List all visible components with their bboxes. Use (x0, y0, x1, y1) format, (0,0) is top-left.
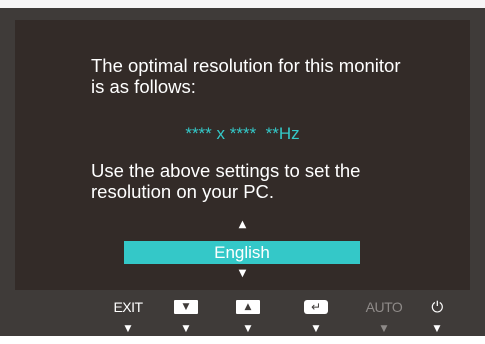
exit-label: EXIT (113, 299, 143, 315)
up-button[interactable]: ▲ ▼ (226, 292, 270, 342)
resolution-value: **** x **** **Hz (185, 124, 300, 143)
language-down-arrow-icon[interactable]: ▼ (15, 269, 470, 279)
pointer-down-icon: ▼ (433, 324, 441, 334)
optimal-resolution-message: The optimal resolution for this monitor … (91, 55, 401, 97)
down-arrow-icon: ▼ (174, 300, 198, 314)
enter-button[interactable]: ↵ ▼ (294, 292, 338, 342)
pointer-down-icon: ▼ (312, 324, 320, 334)
exit-button[interactable]: EXIT ▼ (106, 292, 150, 342)
auto-label: AUTO (365, 299, 403, 315)
language-up-arrow-icon[interactable]: ▲ (15, 220, 470, 230)
power-icon: ⏻ (431, 298, 443, 316)
power-button[interactable]: ⏻ ▼ (415, 292, 459, 342)
auto-button[interactable]: AUTO ▼ (362, 292, 406, 342)
pointer-down-icon: ▼ (124, 324, 132, 334)
up-arrow-icon: ▲ (236, 300, 260, 314)
pointer-down-icon: ▼ (380, 324, 388, 334)
pointer-down-icon: ▼ (244, 324, 252, 334)
down-button[interactable]: ▼ ▼ (164, 292, 208, 342)
monitor-bezel: The optimal resolution for this monitor … (0, 0, 485, 336)
osd-screen: The optimal resolution for this monitor … (15, 20, 470, 290)
enter-icon: ↵ (304, 300, 328, 314)
resolution-instruction: Use the above settings to set the resolu… (91, 160, 361, 202)
pointer-down-icon: ▼ (182, 324, 190, 334)
language-option-selected[interactable]: English (124, 241, 360, 264)
osd-button-bar: EXIT ▼ ▼ ▼ ▲ ▼ ↵ ▼ AUTO ▼ ⏻ ▼ (0, 292, 485, 344)
